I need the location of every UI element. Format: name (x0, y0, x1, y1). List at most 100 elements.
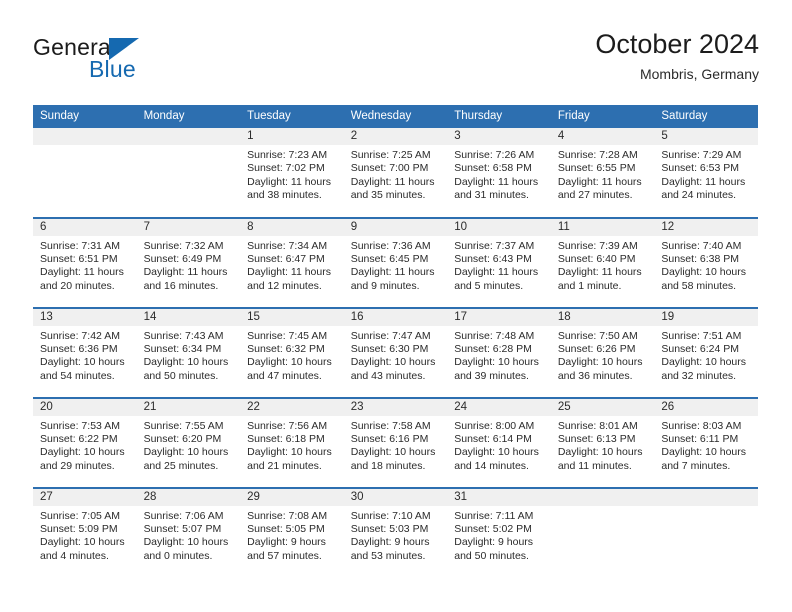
calendar-cell-day[interactable]: 28 Sunrise: 7:06 AM Sunset: 5:07 PM Dayligh… (136, 486, 241, 578)
daylight-text-line1: Daylight: 10 hours (247, 446, 332, 459)
day-number: 31 (447, 488, 551, 506)
day-cell: 6 Sunrise: 7:31 AM Sunset: 6:51 PM Daylight… (33, 218, 137, 307)
day-details: Sunrise: 7:29 AM Sunset: 6:53 PM Daylight:… (654, 145, 758, 203)
day-cell: 25 Sunrise: 8:01 AM Sunset: 6:13 PM Dayligh… (550, 398, 655, 487)
sunrise-text: Sunrise: 7:51 AM (661, 329, 742, 342)
calendar-cell-day[interactable]: 3 Sunrise: 7:26 AM Sunset: 6:58 PM Daylight… (447, 127, 551, 218)
calendar-cell-day[interactable]: 10 Sunrise: 7:37 AM Sunset: 6:43 PM Dayligh… (447, 216, 551, 308)
daylight-text-line2: and 29 minutes. (40, 459, 115, 472)
day-cell: 3 Sunrise: 7:26 AM Sunset: 6:58 PM Daylight… (447, 128, 551, 216)
day-number: 15 (240, 308, 344, 326)
daylight-text-line2: and 27 minutes. (557, 189, 633, 202)
sunrise-text: Sunrise: 7:05 AM (40, 509, 120, 522)
calendar-cell-day[interactable]: 14 Sunrise: 7:43 AM Sunset: 6:34 PM Dayligh… (136, 306, 241, 398)
sunset-text: Sunset: 6:40 PM (557, 252, 636, 265)
logo-text-blue: Blue (89, 56, 136, 82)
calendar-cell-day[interactable]: 18 Sunrise: 7:50 AM Sunset: 6:26 PM Dayligh… (550, 306, 655, 398)
calendar-cell-day[interactable]: 21 Sunrise: 7:55 AM Sunset: 6:20 PM Dayligh… (136, 396, 241, 488)
weekday-header-wednesday: Wednesday (343, 105, 448, 128)
calendar-cell-day[interactable]: 6 Sunrise: 7:31 AM Sunset: 6:51 PM Daylight… (33, 216, 137, 308)
daylight-text-line2: and 54 minutes. (40, 369, 115, 382)
calendar-cell-day[interactable]: 11 Sunrise: 7:39 AM Sunset: 6:40 PM Dayligh… (550, 216, 655, 308)
sunrise-text: Sunrise: 8:01 AM (557, 419, 638, 432)
calendar-cell-day[interactable]: 27 Sunrise: 7:05 AM Sunset: 5:09 PM Dayligh… (33, 486, 137, 578)
calendar-cell-day[interactable]: 2 Sunrise: 7:25 AM Sunset: 7:00 PM Daylight… (343, 127, 448, 218)
calendar-cell-day[interactable]: 25 Sunrise: 8:01 AM Sunset: 6:13 PM Dayligh… (550, 396, 655, 488)
calendar-cell-day[interactable]: 29 Sunrise: 7:08 AM Sunset: 5:05 PM Dayligh… (240, 486, 344, 578)
sunrise-text: Sunrise: 7:36 AM (350, 239, 431, 252)
daylight-text-line2: and 53 minutes. (350, 549, 426, 562)
calendar-cell-day[interactable]: 4 Sunrise: 7:28 AM Sunset: 6:55 PM Daylight… (550, 127, 655, 218)
day-number: 24 (447, 398, 551, 416)
sunset-text: Sunset: 6:36 PM (40, 342, 118, 355)
calendar-cell-empty (654, 486, 758, 578)
calendar-cell-day[interactable]: 31 Sunrise: 7:11 AM Sunset: 5:02 PM Dayligh… (447, 486, 551, 578)
calendar-cell-day[interactable]: 8 Sunrise: 7:34 AM Sunset: 6:47 PM Daylight… (240, 216, 344, 308)
calendar-cell-day[interactable]: 24 Sunrise: 8:00 AM Sunset: 6:14 PM Dayligh… (447, 396, 551, 488)
daylight-text-line1: Daylight: 11 hours (454, 175, 539, 188)
calendar-cell-day[interactable]: 9 Sunrise: 7:36 AM Sunset: 6:45 PM Daylight… (343, 216, 448, 308)
calendar-cell-day[interactable]: 12 Sunrise: 7:40 AM Sunset: 6:38 PM Dayligh… (654, 216, 758, 308)
daylight-text-line2: and 58 minutes. (661, 279, 737, 292)
sunrise-text: Sunrise: 7:42 AM (40, 329, 120, 342)
calendar-cell-day[interactable]: 30 Sunrise: 7:10 AM Sunset: 5:03 PM Dayligh… (343, 486, 448, 578)
daylight-text-line1: Daylight: 10 hours (661, 356, 747, 369)
day-number: 6 (33, 218, 137, 236)
calendar-cell-day[interactable]: 1 Sunrise: 7:23 AM Sunset: 7:02 PM Daylight… (240, 127, 344, 218)
calendar-cell-day[interactable]: 13 Sunrise: 7:42 AM Sunset: 6:36 PM Dayligh… (33, 306, 137, 398)
day-number (136, 128, 241, 145)
day-cell: 19 Sunrise: 7:51 AM Sunset: 6:24 PM Dayligh… (654, 308, 758, 397)
day-number: 2 (343, 128, 448, 145)
day-details: Sunrise: 7:50 AM Sunset: 6:26 PM Daylight:… (551, 326, 655, 384)
day-cell: 24 Sunrise: 8:00 AM Sunset: 6:14 PM Dayligh… (447, 398, 551, 487)
calendar-cell-empty (550, 486, 655, 578)
sunset-text: Sunset: 6:49 PM (143, 252, 222, 265)
calendar-cell-day[interactable]: 15 Sunrise: 7:45 AM Sunset: 6:32 PM Dayligh… (240, 306, 344, 398)
daylight-text-line2: and 39 minutes. (454, 369, 529, 382)
page-title: October 2024 (595, 29, 759, 59)
day-number: 17 (447, 308, 551, 326)
sunset-text: Sunset: 5:03 PM (350, 522, 429, 535)
sunset-text: Sunset: 7:02 PM (247, 162, 325, 175)
sunrise-text: Sunrise: 7:28 AM (557, 149, 638, 161)
day-details: Sunrise: 7:34 AM Sunset: 6:47 PM Daylight:… (240, 236, 344, 294)
calendar-cell-day[interactable]: 5 Sunrise: 7:29 AM Sunset: 6:53 PM Daylight… (654, 127, 758, 218)
day-cell: 29 Sunrise: 7:08 AM Sunset: 5:05 PM Dayligh… (240, 488, 344, 577)
daylight-text-line1: Daylight: 10 hours (143, 446, 229, 459)
daylight-text-line2: and 32 minutes. (661, 369, 737, 382)
daylight-text-line2: and 21 minutes. (247, 459, 322, 472)
daylight-text-line1: Daylight: 10 hours (350, 446, 436, 459)
day-cell: 11 Sunrise: 7:39 AM Sunset: 6:40 PM Dayligh… (550, 218, 655, 307)
general-blue-logo[interactable]: General Blue (33, 34, 273, 90)
day-cell: 12 Sunrise: 7:40 AM Sunset: 6:38 PM Dayligh… (654, 218, 758, 307)
day-cell (33, 128, 137, 216)
calendar-cell-day[interactable]: 26 Sunrise: 8:03 AM Sunset: 6:11 PM Dayligh… (654, 396, 758, 488)
day-details: Sunrise: 8:00 AM Sunset: 6:14 PM Daylight:… (447, 416, 551, 474)
weekday-header-friday: Friday (550, 105, 655, 128)
daylight-text-line1: Daylight: 10 hours (661, 446, 747, 459)
day-cell: 22 Sunrise: 7:56 AM Sunset: 6:18 PM Dayligh… (240, 398, 344, 487)
sunset-text: Sunset: 6:24 PM (661, 342, 740, 355)
calendar-cell-day[interactable]: 16 Sunrise: 7:47 AM Sunset: 6:30 PM Dayligh… (343, 306, 448, 398)
day-cell: 17 Sunrise: 7:48 AM Sunset: 6:28 PM Dayligh… (447, 308, 551, 397)
daylight-text-line2: and 36 minutes. (557, 369, 633, 382)
day-cell: 21 Sunrise: 7:55 AM Sunset: 6:20 PM Dayligh… (136, 398, 241, 487)
sunrise-text: Sunrise: 7:23 AM (247, 149, 328, 161)
day-details: Sunrise: 7:05 AM Sunset: 5:09 PM Daylight:… (33, 506, 137, 564)
calendar-cell-day[interactable]: 20 Sunrise: 7:53 AM Sunset: 6:22 PM Dayligh… (33, 396, 137, 488)
calendar-cell-day[interactable]: 17 Sunrise: 7:48 AM Sunset: 6:28 PM Dayligh… (447, 306, 551, 398)
calendar-grid: Sunday Monday Tuesday Wednesday Thursday… (33, 105, 758, 578)
sunrise-text: Sunrise: 7:47 AM (350, 329, 431, 342)
sunset-text: Sunset: 7:00 PM (350, 162, 429, 175)
day-number: 26 (654, 398, 758, 416)
weekday-header-thursday: Thursday (447, 105, 551, 128)
day-number: 22 (240, 398, 344, 416)
sunrise-text: Sunrise: 7:26 AM (454, 149, 535, 161)
calendar-cell-day[interactable]: 7 Sunrise: 7:32 AM Sunset: 6:49 PM Daylight… (136, 216, 241, 308)
day-number: 4 (550, 128, 655, 145)
calendar-cell-day[interactable]: 22 Sunrise: 7:56 AM Sunset: 6:18 PM Dayligh… (240, 396, 344, 488)
calendar-cell-day[interactable]: 23 Sunrise: 7:58 AM Sunset: 6:16 PM Dayligh… (343, 396, 448, 488)
day-details: Sunrise: 7:26 AM Sunset: 6:58 PM Daylight:… (447, 145, 551, 203)
calendar-cell-day[interactable]: 19 Sunrise: 7:51 AM Sunset: 6:24 PM Dayligh… (654, 306, 758, 398)
sunset-text: Sunset: 5:07 PM (143, 522, 222, 535)
